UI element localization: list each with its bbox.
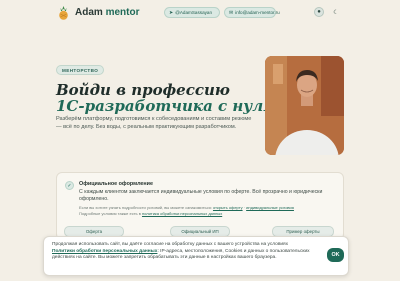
cookie-text: Продолжая использовать сайт, вы даёте со…	[52, 242, 312, 262]
privacy-policy-link[interactable]: политика обработки персональных данных	[142, 211, 222, 216]
telegram-handle: @AdamSassayan	[175, 10, 213, 15]
cookie-text-before: Продолжая использовать сайт, вы даёте со…	[52, 242, 289, 247]
cookie-banner: Продолжая использовать сайт, вы даёте со…	[43, 236, 349, 276]
mentorship-badge: МЕНТОРСТВО	[56, 65, 105, 75]
shield-icon: ✓	[65, 181, 74, 190]
mail-icon: ✉	[229, 9, 234, 16]
hero-title-line2: 1С-разработчика с нуля	[56, 97, 276, 115]
hero-lead: Разберём платформу, подготовимся к собес…	[56, 116, 252, 130]
brand-name[interactable]: Adam mentor	[75, 7, 139, 18]
card-small-text: Если вы хотите узнать подробности услови…	[79, 205, 294, 216]
card-title: Официальное оформление	[79, 181, 153, 187]
email-link[interactable]: ✉ info@adam-mentor.ru	[224, 7, 280, 18]
moon-icon: ☾	[333, 9, 339, 16]
brand-second: mentor	[105, 7, 140, 18]
pineapple-logo-icon[interactable]	[57, 6, 70, 20]
brand-first: Adam	[75, 7, 103, 18]
avatar-icon: ●	[317, 9, 321, 15]
mentor-photo	[265, 56, 344, 155]
email-address: info@adam-mentor.ru	[235, 10, 280, 15]
offer-link[interactable]: открыть оферту	[213, 205, 243, 210]
card-small-prefix: Если вы хотите узнать подробности услови…	[79, 205, 212, 210]
card-text: С каждым клиентом заключается индивидуал…	[79, 189, 323, 202]
profile-button[interactable]: ●	[314, 7, 324, 17]
hero-title: Войди в профессию 1С-разработчика с нуля	[56, 82, 275, 114]
card-small-line2: Подробные условия также есть в	[79, 211, 141, 216]
theme-toggle-button[interactable]: ☾	[331, 7, 341, 17]
individual-terms-link[interactable]: индивидуальные условия	[246, 205, 294, 210]
cookie-policy-link[interactable]: Политики обработки персональных данных	[52, 249, 157, 254]
telegram-link[interactable]: ➤ @AdamSassayan	[164, 7, 220, 18]
cookie-ok-button[interactable]: OK	[327, 248, 344, 262]
site-header: Adam mentor ➤ @AdamSassayan ✉ info@adam-…	[0, 0, 400, 26]
telegram-icon: ➤	[169, 9, 174, 16]
